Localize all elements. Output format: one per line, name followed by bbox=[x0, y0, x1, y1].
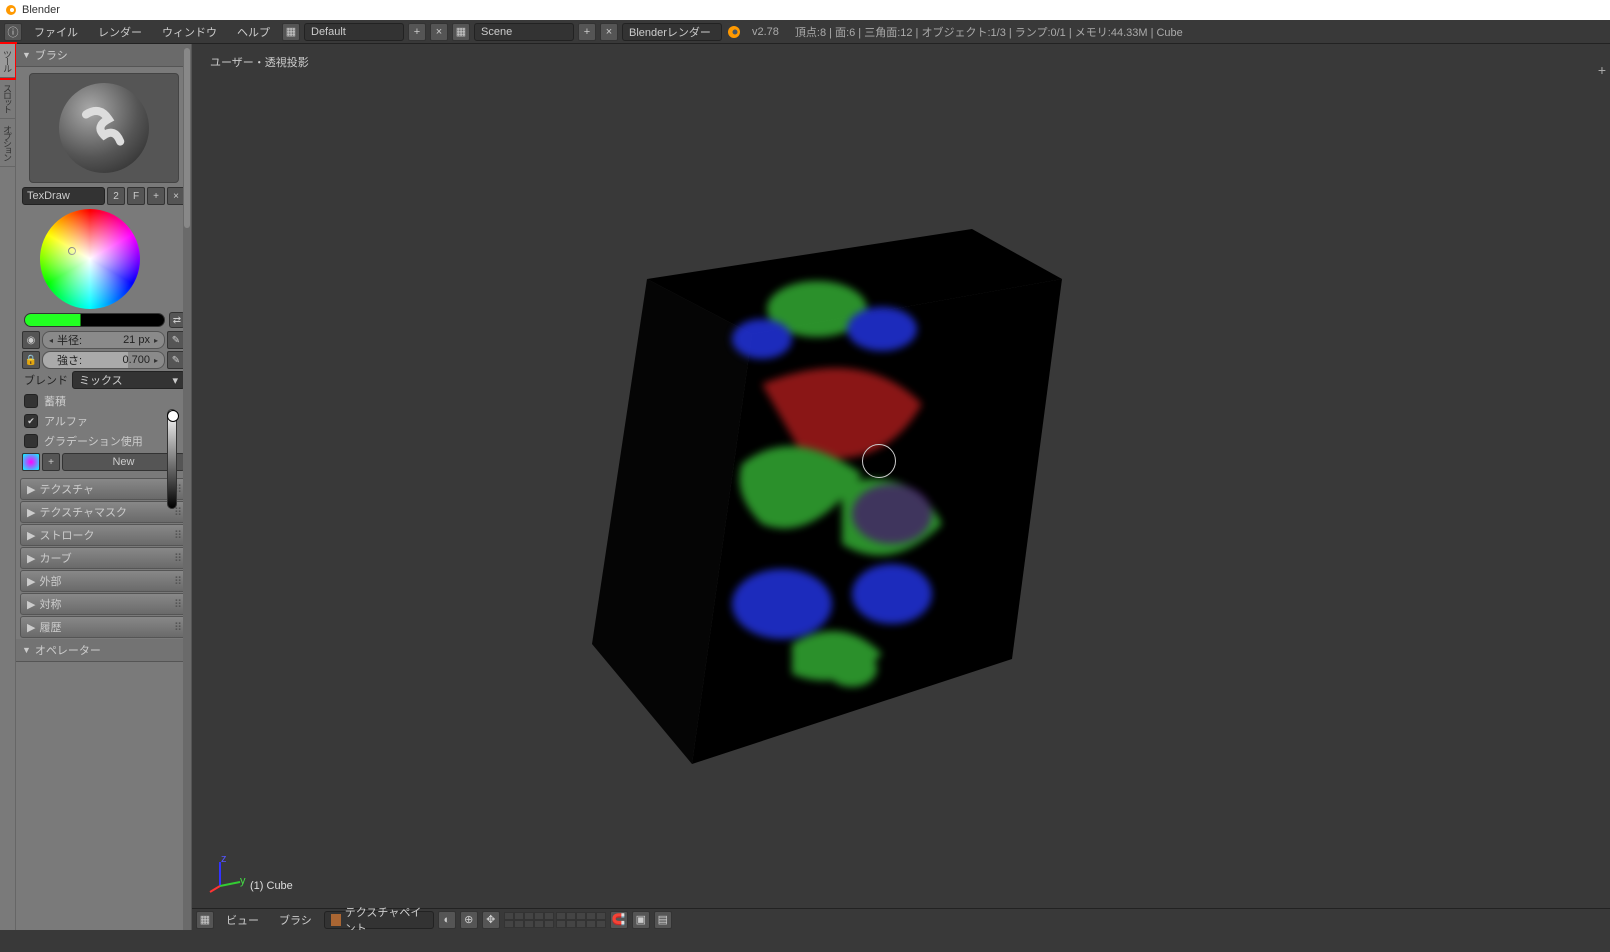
operator-panel-header[interactable]: ▼ オペレーター bbox=[16, 639, 191, 662]
texture-mask-panel[interactable]: ▶テクスチャマスク⠿ bbox=[20, 501, 187, 523]
brush-name-field[interactable]: TexDraw bbox=[22, 187, 105, 205]
strength-field[interactable]: 強さ:0.700 bbox=[42, 351, 165, 369]
palette-add-icon[interactable]: + bbox=[42, 453, 60, 471]
scene-stats: 頂点:8 | 面:6 | 三角面:12 | オブジェクト:1/3 | ランプ:0… bbox=[789, 24, 1189, 40]
operator-panel: ▼ オペレーター bbox=[16, 639, 191, 662]
alpha-check[interactable]: ✔アルファ bbox=[22, 411, 185, 431]
painted-cube bbox=[582, 224, 1072, 764]
accumulate-check[interactable]: 蓄積 bbox=[22, 391, 185, 411]
symmetry-panel[interactable]: ▶対称⠿ bbox=[20, 593, 187, 615]
manipulator-icon[interactable]: ✥ bbox=[482, 911, 500, 929]
external-panel[interactable]: ▶外部⠿ bbox=[20, 570, 187, 592]
value-slider[interactable] bbox=[167, 409, 177, 509]
tool-tabs: ツール スロット オプション bbox=[0, 44, 16, 930]
radius-field[interactable]: 半径:21 px bbox=[42, 331, 165, 349]
brush-panel-title: ブラシ bbox=[35, 47, 68, 63]
editor-type-icon[interactable]: ▦ bbox=[196, 911, 214, 929]
layout-add-icon[interactable]: + bbox=[408, 23, 426, 41]
brush-fake-user[interactable]: F bbox=[127, 187, 145, 205]
operator-title: オペレーター bbox=[35, 642, 101, 658]
view-menu[interactable]: ビュー bbox=[218, 910, 267, 930]
curve-panel[interactable]: ▶カーブ⠿ bbox=[20, 547, 187, 569]
blender-logo-icon bbox=[4, 3, 18, 17]
blend-label: ブレンド bbox=[22, 372, 70, 388]
history-panel[interactable]: ▶履歴⠿ bbox=[20, 616, 187, 638]
menu-window[interactable]: ウィンドウ bbox=[154, 22, 225, 42]
tool-panel: ▼ ブラシ TexDraw 2 F + × bbox=[16, 44, 192, 930]
scene-del-icon[interactable]: × bbox=[600, 23, 618, 41]
svg-text:y: y bbox=[240, 875, 246, 887]
tab-options[interactable]: オプション bbox=[0, 119, 15, 167]
main-area: ツール スロット オプション ▼ ブラシ TexDraw 2 F + × bbox=[0, 44, 1610, 930]
menu-file[interactable]: ファイル bbox=[26, 22, 86, 42]
top-menu-bar: ⓘ ファイル レンダー ウィンドウ ヘルプ ▦ Default + × ▦ Sc… bbox=[0, 20, 1610, 44]
disclosure-down-icon: ▼ bbox=[22, 645, 31, 655]
brush-stroke-icon bbox=[77, 101, 131, 155]
brush-add-icon[interactable]: + bbox=[147, 187, 165, 205]
mode-select[interactable]: テクスチャペイント bbox=[324, 911, 434, 929]
brush-users[interactable]: 2 bbox=[107, 187, 125, 205]
brush-panel-header[interactable]: ▼ ブラシ bbox=[16, 44, 191, 67]
scene-add-icon[interactable]: + bbox=[578, 23, 596, 41]
gradient-check[interactable]: グラデーション使用 bbox=[22, 431, 185, 451]
svg-text:z: z bbox=[221, 854, 227, 865]
os-titlebar: Blender bbox=[0, 0, 1610, 20]
axis-gizmo: z y bbox=[208, 854, 248, 894]
grid-floor bbox=[192, 44, 492, 194]
info-editor-icon[interactable]: ⓘ bbox=[4, 23, 22, 41]
render-preview-icon[interactable]: ▣ bbox=[632, 911, 650, 929]
brush-panel-body: TexDraw 2 F + × ⇄ ◉ 半径:21 px ✎ bbox=[16, 67, 191, 477]
scene-browse-icon[interactable]: ▦ bbox=[452, 23, 470, 41]
radius-lock-icon[interactable]: ◉ bbox=[22, 331, 40, 349]
disclosure-down-icon: ▼ bbox=[22, 50, 31, 60]
brush-preview[interactable] bbox=[29, 73, 179, 183]
brush-menu[interactable]: ブラシ bbox=[271, 910, 320, 930]
snap-icon[interactable]: 🧲 bbox=[610, 911, 628, 929]
palette-browse-icon[interactable] bbox=[22, 453, 40, 471]
viewport-header: ▦ ビュー ブラシ テクスチャペイント ◐ ⊕ ✥ 🧲 ▣ ▤ bbox=[192, 908, 1610, 930]
app-title: Blender bbox=[22, 4, 60, 16]
texture-panel[interactable]: ▶テクスチャ⠿ bbox=[20, 478, 187, 500]
brush-cursor-ring bbox=[862, 444, 896, 478]
render-engine-select[interactable]: Blenderレンダー bbox=[622, 23, 722, 41]
3d-viewport[interactable]: ユーザー・透視投影 + bbox=[192, 44, 1610, 930]
active-object-label: (1) Cube bbox=[250, 880, 293, 892]
layout-del-icon[interactable]: × bbox=[430, 23, 448, 41]
opengl-render-icon[interactable]: ▤ bbox=[654, 911, 672, 929]
stroke-panel[interactable]: ▶ストローク⠿ bbox=[20, 524, 187, 546]
layout-browse-icon[interactable]: ▦ bbox=[282, 23, 300, 41]
properties-toggle-icon[interactable]: + bbox=[1598, 62, 1606, 78]
strength-lock-icon[interactable]: 🔒 bbox=[22, 351, 40, 369]
tab-slots[interactable]: スロット bbox=[0, 78, 15, 119]
blender-icon bbox=[726, 24, 742, 40]
shading-select-icon[interactable]: ◐ bbox=[438, 911, 456, 929]
color-wheel[interactable] bbox=[40, 209, 140, 309]
layer-buttons[interactable] bbox=[504, 912, 606, 928]
tab-tools[interactable]: ツール bbox=[0, 44, 15, 78]
menu-help[interactable]: ヘルプ bbox=[229, 22, 278, 42]
menu-render[interactable]: レンダー bbox=[90, 22, 150, 42]
layout-select[interactable]: Default bbox=[304, 23, 404, 41]
blend-mode-select[interactable]: ミックス▾ bbox=[72, 371, 185, 389]
scene-select[interactable]: Scene bbox=[474, 23, 574, 41]
version-text: v2.78 bbox=[746, 26, 785, 38]
panel-scrollbar[interactable] bbox=[183, 44, 191, 930]
color-swatch[interactable] bbox=[24, 313, 165, 327]
texpaint-icon bbox=[331, 914, 341, 926]
pivot-select-icon[interactable]: ⊕ bbox=[460, 911, 478, 929]
